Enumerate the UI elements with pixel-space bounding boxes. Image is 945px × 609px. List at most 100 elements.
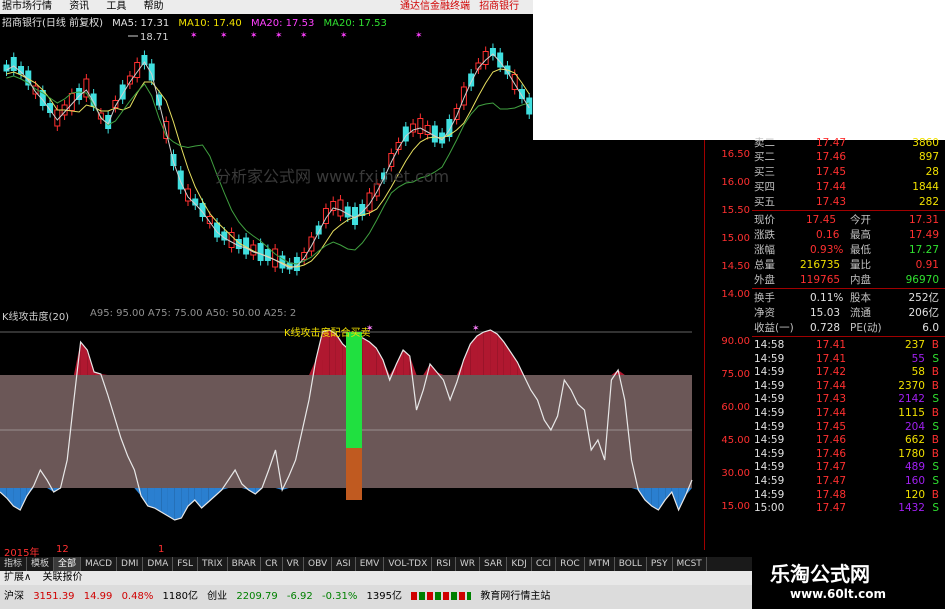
candle-body [83,78,90,98]
sh-amount: 1180亿 [162,591,198,602]
overbought-fill [470,336,478,375]
y-tick: 16.50 [721,149,750,160]
ma10-value: MA10: 17.40 [178,18,242,29]
indicator-chart[interactable]: K线攻击度配合买卖 ✶ ✶ [0,320,704,546]
bid-row: 买五 17.43 282 [754,196,939,208]
menu-item-help[interactable]: 帮助 [144,0,164,14]
date-month: 12 [56,544,69,555]
candle-body [272,248,279,268]
candle-body [3,64,10,72]
overbought-fill [335,334,343,375]
tab-vr[interactable]: VR [283,557,305,571]
tab-related-quote[interactable]: 关联报价 [39,571,87,585]
date-axis: 2015年 12 1 [0,544,704,559]
fund-row: 净资 15.03 流通 206亿 [754,307,939,319]
stat-row: 涨幅 0.93% 最低 17.27 [754,244,939,256]
terminal-link[interactable]: 通达信金融终端 [400,1,470,12]
tab-macd[interactable]: MACD [81,557,118,571]
tab-指标[interactable]: 指标 [0,557,28,571]
indicator-params: A95: 95.00 A75: 75.00 A50: 50.00 A25: 2 [90,308,297,319]
tab-vol-tdx[interactable]: VOL-TDX [384,557,433,571]
tab-asi[interactable]: ASI [332,557,356,571]
tab-dma[interactable]: DMA [143,557,174,571]
tab-boll[interactable]: BOLL [615,557,647,571]
stock-link[interactable]: 招商银行 [479,1,519,12]
stat-row: 涨跌 0.16 最高 17.49 [754,229,939,241]
trade-row: 14:59 17.47 489 S [754,461,939,474]
divider [752,210,945,211]
tab-cr[interactable]: CR [261,557,283,571]
tab-cci[interactable]: CCI [532,557,557,571]
candle-body [337,199,344,217]
oversold-fill [658,488,666,510]
sub-tabbar: 扩展∧ 关联报价 [0,571,752,585]
status-bar: 沪深 3151.39 14.99 0.48% 1180亿 创业 2209.79 … [0,585,752,609]
tab-kdj[interactable]: KDJ [507,557,532,571]
trade-row: 15:00 17.47 1432 S [754,502,939,515]
stat-row: 总量 216735 量比 0.91 [754,259,939,271]
watermark-url: www.60lt.com [790,587,887,601]
bid-row: 买四 17.44 1844 [754,181,939,193]
indicator-tabbar: 指标 模板 全部 MACD DMI DMA FSL TRIX BRAR CR VR OBV ASI EMV… [0,557,752,571]
tab-brar[interactable]: BRAR [228,557,262,571]
candle-body [330,201,337,211]
overbought-fill [362,338,370,375]
cy-percent: -0.31% [321,591,358,602]
svg-text:✶: ✶ [190,31,198,41]
tab-mcst[interactable]: MCST [673,557,707,571]
trade-row: 14:59 17.44 1115 B [754,407,939,419]
tab-emv[interactable]: EMV [356,557,385,571]
chart-title[interactable]: 招商银行(日线 前复权) [2,18,103,29]
trade-row: 14:59 17.41 55 S [754,352,939,365]
svg-text:✶: ✶ [340,31,348,41]
tab-wr[interactable]: WR [456,557,481,571]
candle-body [453,108,460,120]
server-name[interactable]: 教育网行情主站 [480,591,550,602]
trade-row: 14:59 17.47 160 S [754,475,939,487]
svg-text:✶: ✶ [250,31,258,41]
candle-body [388,153,395,167]
signal-bar-orange [346,448,362,500]
tab-psy[interactable]: PSY [647,557,673,571]
candlestick-chart[interactable]: 18.71 分析家公式网 www.fxj.net.com [0,30,704,305]
tab-trix[interactable]: TRIX [198,557,228,571]
svg-text:✶: ✶ [300,31,308,41]
ma-header: 招商银行(日线 前复权) MA5: 17.31 MA10: 17.40 MA20… [2,17,393,31]
trade-row: 14:58 17.41 237 B [754,339,939,351]
tab-模板[interactable]: 模板 [27,557,55,571]
cy-label[interactable]: 创业 [207,591,227,602]
divider [752,336,945,337]
overbought-fill [483,330,491,375]
tab-dmi[interactable]: DMI [117,557,144,571]
y-tick: 45.00 [721,435,750,446]
tab-expand[interactable]: 扩展∧ [0,571,35,585]
overbought-fill [490,330,498,375]
bid-row: 卖二 17.47 3860 [754,137,939,149]
trade-row: 14:59 17.44 2370 B [754,379,939,392]
signal-bars-icon [411,592,472,600]
overlay-watermark: 分析家公式网 www.fxj.net.com [215,167,449,186]
sh-label[interactable]: 沪深 [4,591,24,602]
tab-fsl[interactable]: FSL [173,557,198,571]
svg-text:✶: ✶ [415,31,423,41]
tab-obv[interactable]: OBV [304,557,333,571]
tab-sar[interactable]: SAR [480,557,508,571]
menu-item-news[interactable]: 资讯 [69,0,89,14]
overbought-fill [510,352,518,375]
tab-mtm[interactable]: MTM [585,557,615,571]
trade-row: 14:59 17.46 1780 B [754,447,939,460]
tab-roc[interactable]: ROC [556,557,585,571]
candles-group [3,43,533,276]
menu-item-market[interactable]: 据市场行情 [2,0,52,14]
signal-marker-2: ✶ [472,324,480,334]
candle-body [417,118,424,134]
tab-全部[interactable]: 全部 [54,557,82,571]
oversold-fill [208,488,215,502]
bid-row: 买三 17.45 28 [754,166,939,178]
menu-item-tools[interactable]: 工具 [106,0,126,14]
tab-rsi[interactable]: RSI [432,557,456,571]
bid-row: 买二 17.46 897 [754,151,939,163]
trade-row: 14:59 17.42 58 B [754,366,939,379]
trade-row: 14:59 17.46 662 B [754,434,939,447]
candle-body [468,73,475,87]
